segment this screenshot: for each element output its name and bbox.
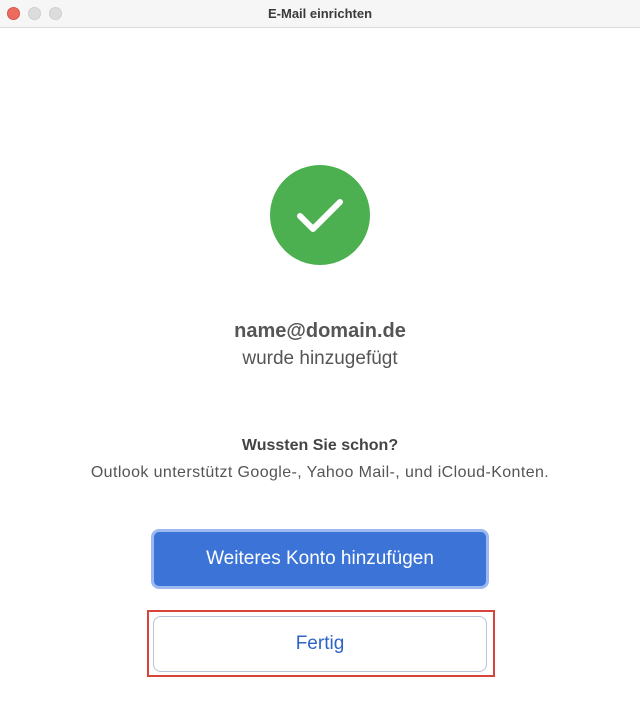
tip-text: Outlook unterstützt Google-, Yahoo Mail-…	[90, 464, 550, 481]
tip-title: Wussten Sie schon?	[241, 437, 399, 454]
window-title: E-Mail einrichten	[267, 6, 373, 21]
email-setup-window: E-Mail einrichten name@domain.de wurde h…	[0, 0, 640, 710]
account-added-message: wurde hinzugefügt	[242, 348, 398, 369]
add-another-account-button[interactable]: Weiteres Konto hinzufügen	[151, 529, 489, 589]
title-bar: E-Mail einrichten	[0, 0, 640, 28]
checkmark-icon	[297, 199, 343, 232]
success-checkmark-icon	[270, 165, 370, 265]
account-email: name@domain.de	[234, 320, 406, 342]
done-button[interactable]: Fertig	[153, 616, 487, 672]
